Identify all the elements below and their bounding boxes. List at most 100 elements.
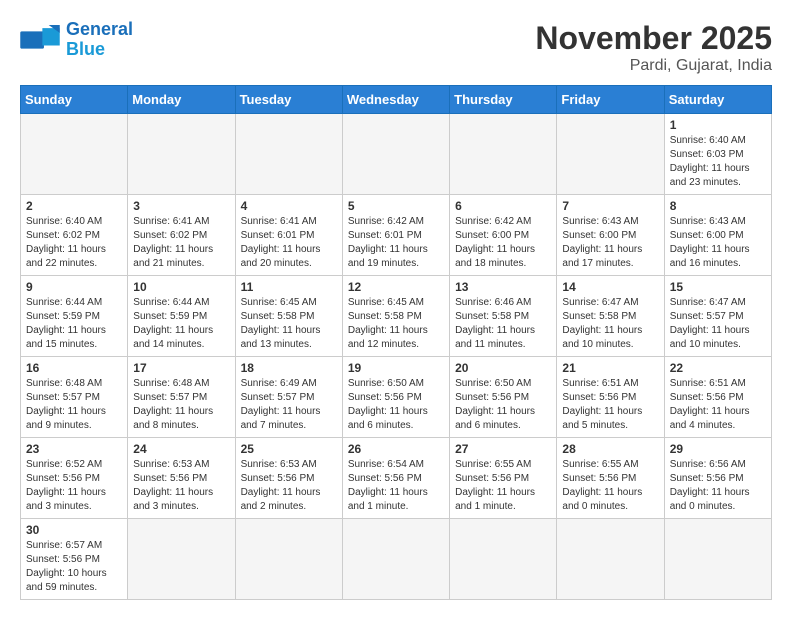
calendar-cell: 21 Sunrise: 6:51 AM Sunset: 5:56 PM Dayli…	[557, 357, 664, 438]
calendar-cell	[557, 114, 664, 195]
calendar-week-row-3: 9 Sunrise: 6:44 AM Sunset: 5:59 PM Daylig…	[21, 276, 772, 357]
day-number: 15	[670, 280, 766, 294]
day-info: Sunrise: 6:50 AM Sunset: 5:56 PM Dayligh…	[455, 377, 551, 433]
weekday-header-sunday: Sunday	[21, 86, 128, 114]
day-info: Sunrise: 6:55 AM Sunset: 5:56 PM Dayligh…	[562, 458, 658, 514]
logo-blue: Blue	[66, 39, 105, 59]
day-info: Sunrise: 6:44 AM Sunset: 5:59 PM Dayligh…	[26, 296, 122, 352]
weekday-header-friday: Friday	[557, 86, 664, 114]
weekday-header-monday: Monday	[128, 86, 235, 114]
day-info: Sunrise: 6:56 AM Sunset: 5:56 PM Dayligh…	[670, 458, 766, 514]
day-number: 24	[133, 442, 229, 456]
calendar-cell	[342, 519, 449, 600]
calendar-cell: 6Sunrise: 6:42 AM Sunset: 6:00 PM Daylig…	[450, 195, 557, 276]
day-number: 22	[670, 361, 766, 375]
day-info: Sunrise: 6:45 AM Sunset: 5:58 PM Dayligh…	[348, 296, 444, 352]
day-info: Sunrise: 6:47 AM Sunset: 5:58 PM Dayligh…	[562, 296, 658, 352]
day-info: Sunrise: 6:55 AM Sunset: 5:56 PM Dayligh…	[455, 458, 551, 514]
day-number: 10	[133, 280, 229, 294]
calendar-cell: 26 Sunrise: 6:54 AM Sunset: 5:56 PM Dayli…	[342, 438, 449, 519]
calendar-cell: 11Sunrise: 6:45 AM Sunset: 5:58 PM Dayli…	[235, 276, 342, 357]
calendar-cell: 27 Sunrise: 6:55 AM Sunset: 5:56 PM Dayli…	[450, 438, 557, 519]
day-info: Sunrise: 6:41 AM Sunset: 6:02 PM Dayligh…	[133, 215, 229, 271]
day-info: Sunrise: 6:48 AM Sunset: 5:57 PM Dayligh…	[133, 377, 229, 433]
calendar-cell	[235, 114, 342, 195]
calendar-cell: 24 Sunrise: 6:53 AM Sunset: 5:56 PM Dayli…	[128, 438, 235, 519]
month-title: November 2025	[535, 20, 772, 57]
location: Pardi, Gujarat, India	[535, 57, 772, 75]
day-info: Sunrise: 6:54 AM Sunset: 5:56 PM Dayligh…	[348, 458, 444, 514]
calendar-cell: 2Sunrise: 6:40 AM Sunset: 6:02 PM Daylig…	[21, 195, 128, 276]
calendar-cell: 30Sunrise: 6:57 AM Sunset: 5:56 PM Dayli…	[21, 519, 128, 600]
calendar-cell	[342, 114, 449, 195]
calendar-cell: 15 Sunrise: 6:47 AM Sunset: 5:57 PM Dayli…	[664, 276, 771, 357]
day-number: 1	[670, 118, 766, 132]
logo-general: General	[66, 19, 133, 39]
day-info: Sunrise: 6:52 AM Sunset: 5:56 PM Dayligh…	[26, 458, 122, 514]
weekday-header-saturday: Saturday	[664, 86, 771, 114]
day-info: Sunrise: 6:53 AM Sunset: 5:56 PM Dayligh…	[241, 458, 337, 514]
day-number: 3	[133, 199, 229, 213]
calendar-cell: 18 Sunrise: 6:49 AM Sunset: 5:57 PM Dayli…	[235, 357, 342, 438]
day-info: Sunrise: 6:42 AM Sunset: 6:00 PM Dayligh…	[455, 215, 551, 271]
calendar-cell	[128, 114, 235, 195]
calendar-cell: 25Sunrise: 6:53 AM Sunset: 5:56 PM Dayli…	[235, 438, 342, 519]
calendar-cell	[557, 519, 664, 600]
logo-text: General Blue	[66, 20, 133, 60]
day-info: Sunrise: 6:51 AM Sunset: 5:56 PM Dayligh…	[562, 377, 658, 433]
weekday-header-row: SundayMondayTuesdayWednesdayThursdayFrid…	[21, 86, 772, 114]
calendar-cell: 29 Sunrise: 6:56 AM Sunset: 5:56 PM Dayli…	[664, 438, 771, 519]
day-info: Sunrise: 6:43 AM Sunset: 6:00 PM Dayligh…	[562, 215, 658, 271]
day-number: 27	[455, 442, 551, 456]
day-info: Sunrise: 6:49 AM Sunset: 5:57 PM Dayligh…	[241, 377, 337, 433]
day-number: 2	[26, 199, 122, 213]
day-number: 28	[562, 442, 658, 456]
day-number: 19	[348, 361, 444, 375]
calendar-cell: 17 Sunrise: 6:48 AM Sunset: 5:57 PM Dayli…	[128, 357, 235, 438]
calendar-cell	[450, 519, 557, 600]
calendar-cell: 14 Sunrise: 6:47 AM Sunset: 5:58 PM Dayli…	[557, 276, 664, 357]
day-info: Sunrise: 6:48 AM Sunset: 5:57 PM Dayligh…	[26, 377, 122, 433]
day-number: 29	[670, 442, 766, 456]
day-info: Sunrise: 6:53 AM Sunset: 5:56 PM Dayligh…	[133, 458, 229, 514]
title-section: November 2025 Pardi, Gujarat, India	[535, 20, 772, 75]
day-number: 30	[26, 523, 122, 537]
day-number: 14	[562, 280, 658, 294]
calendar-cell: 7 Sunrise: 6:43 AM Sunset: 6:00 PM Daylig…	[557, 195, 664, 276]
day-info: Sunrise: 6:43 AM Sunset: 6:00 PM Dayligh…	[670, 215, 766, 271]
calendar-cell	[128, 519, 235, 600]
day-number: 13	[455, 280, 551, 294]
calendar-week-row-5: 23 Sunrise: 6:52 AM Sunset: 5:56 PM Dayli…	[21, 438, 772, 519]
day-number: 17	[133, 361, 229, 375]
day-info: Sunrise: 6:47 AM Sunset: 5:57 PM Dayligh…	[670, 296, 766, 352]
calendar-cell: 23 Sunrise: 6:52 AM Sunset: 5:56 PM Dayli…	[21, 438, 128, 519]
calendar-cell	[450, 114, 557, 195]
calendar-cell: 3 Sunrise: 6:41 AM Sunset: 6:02 PM Daylig…	[128, 195, 235, 276]
calendar-cell	[235, 519, 342, 600]
day-number: 26	[348, 442, 444, 456]
day-info: Sunrise: 6:46 AM Sunset: 5:58 PM Dayligh…	[455, 296, 551, 352]
day-info: Sunrise: 6:45 AM Sunset: 5:58 PM Dayligh…	[241, 296, 337, 352]
day-number: 4	[241, 199, 337, 213]
day-number: 7	[562, 199, 658, 213]
logo: General Blue	[20, 20, 133, 60]
calendar: SundayMondayTuesdayWednesdayThursdayFrid…	[20, 85, 772, 600]
calendar-week-row-2: 2Sunrise: 6:40 AM Sunset: 6:02 PM Daylig…	[21, 195, 772, 276]
calendar-cell: 1Sunrise: 6:40 AM Sunset: 6:03 PM Daylig…	[664, 114, 771, 195]
day-number: 21	[562, 361, 658, 375]
calendar-cell: 22Sunrise: 6:51 AM Sunset: 5:56 PM Dayli…	[664, 357, 771, 438]
calendar-cell: 28 Sunrise: 6:55 AM Sunset: 5:56 PM Dayli…	[557, 438, 664, 519]
day-number: 8	[670, 199, 766, 213]
calendar-cell: 4 Sunrise: 6:41 AM Sunset: 6:01 PM Daylig…	[235, 195, 342, 276]
day-number: 12	[348, 280, 444, 294]
day-number: 9	[26, 280, 122, 294]
calendar-week-row-4: 16Sunrise: 6:48 AM Sunset: 5:57 PM Dayli…	[21, 357, 772, 438]
calendar-cell: 9 Sunrise: 6:44 AM Sunset: 5:59 PM Daylig…	[21, 276, 128, 357]
calendar-cell	[21, 114, 128, 195]
weekday-header-wednesday: Wednesday	[342, 86, 449, 114]
calendar-week-row-1: 1Sunrise: 6:40 AM Sunset: 6:03 PM Daylig…	[21, 114, 772, 195]
day-number: 18	[241, 361, 337, 375]
day-number: 23	[26, 442, 122, 456]
day-info: Sunrise: 6:41 AM Sunset: 6:01 PM Dayligh…	[241, 215, 337, 271]
calendar-cell: 10Sunrise: 6:44 AM Sunset: 5:59 PM Dayli…	[128, 276, 235, 357]
